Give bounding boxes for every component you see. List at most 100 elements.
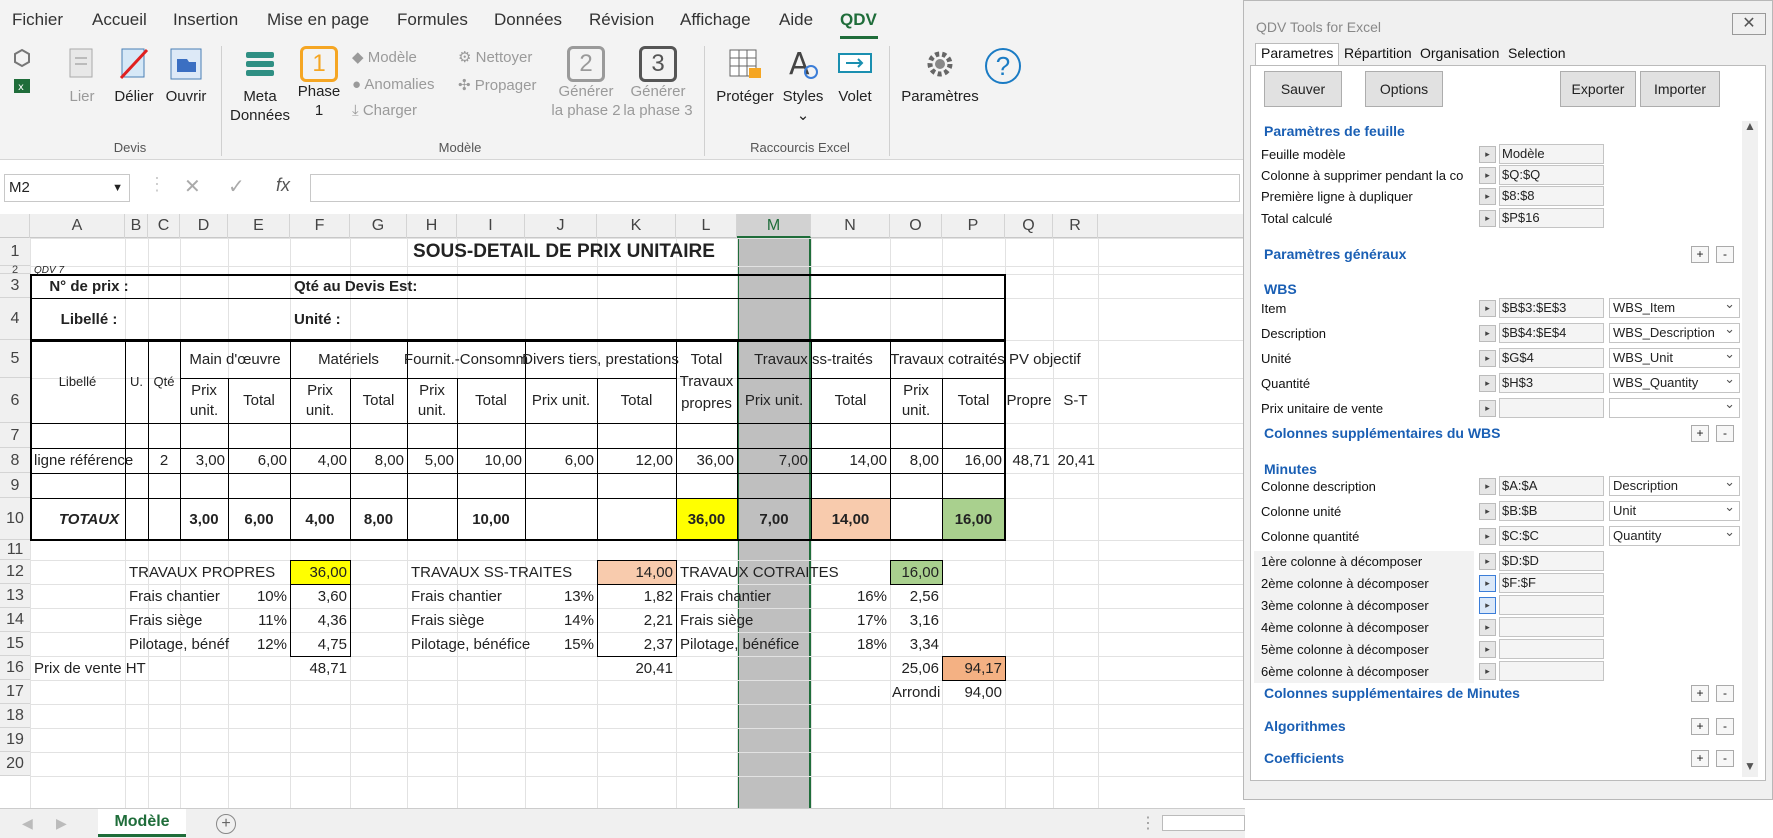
wbs-select-3[interactable]: WBS_Quantity xyxy=(1609,373,1740,393)
row-header-16[interactable]: 16 xyxy=(0,656,30,680)
expand-arrow-icon[interactable]: ▸ xyxy=(1479,528,1496,545)
expand-arrow-icon[interactable]: ▸ xyxy=(1479,503,1496,520)
ouvrir-button[interactable]: Ouvrir xyxy=(163,46,209,106)
row-header-17[interactable]: 17 xyxy=(0,680,30,704)
tab-qdv[interactable]: QDV xyxy=(840,10,877,30)
row-header-13[interactable]: 13 xyxy=(0,584,30,608)
collapse-minus-button[interactable]: - xyxy=(1716,246,1734,263)
formula-input[interactable] xyxy=(310,174,1240,202)
column-header-k[interactable]: K xyxy=(597,214,676,238)
tab-accueil[interactable]: Accueil xyxy=(92,10,147,30)
expand-arrow-icon[interactable]: ▸ xyxy=(1479,325,1496,342)
wbs-value-0[interactable]: $B$3:$E$3 xyxy=(1499,298,1604,318)
column-header-q[interactable]: Q xyxy=(1005,214,1053,238)
charger-button[interactable]: ⤓ Charger xyxy=(352,102,417,119)
tab-revision[interactable]: Révision xyxy=(589,10,654,30)
generer-phase3-button[interactable]: 3 Générer la phase 3 xyxy=(622,46,694,120)
expand-plus-button[interactable]: + xyxy=(1691,750,1709,767)
cube-icon[interactable] xyxy=(12,48,32,68)
help-icon[interactable]: ? xyxy=(985,48,1021,84)
expand-arrow-icon[interactable]: ▸ xyxy=(1479,663,1496,680)
proteger-button[interactable]: Protéger xyxy=(712,46,778,106)
add-sheet-icon[interactable]: + xyxy=(216,814,236,834)
row-header-15[interactable]: 15 xyxy=(0,632,30,656)
nettoyer-button[interactable]: ⚙ Nettoyer xyxy=(458,48,532,66)
expand-arrow-icon[interactable]: ▸ xyxy=(1479,210,1496,227)
minutes-value-2[interactable]: $C:$C xyxy=(1499,526,1604,546)
expand-arrow-icon[interactable]: ▸ xyxy=(1479,478,1496,495)
row-header-9[interactable]: 9 xyxy=(0,473,30,498)
collapse-minus-button[interactable]: - xyxy=(1716,425,1734,442)
feuille-value-0[interactable]: Modèle xyxy=(1499,144,1604,164)
expand-arrow-icon[interactable]: ▸ xyxy=(1479,350,1496,367)
tab-aide[interactable]: Aide xyxy=(779,10,813,30)
minutes-select-2[interactable]: Quantity xyxy=(1609,526,1740,546)
feuille-value-2[interactable]: $8:$8 xyxy=(1499,186,1604,206)
delier-button[interactable]: Délier xyxy=(112,46,156,106)
column-header-n[interactable]: N xyxy=(811,214,890,238)
column-header-m[interactable]: M xyxy=(737,214,811,238)
minutes-value-0[interactable]: $A:$A xyxy=(1499,476,1604,496)
feuille-value-1[interactable]: $Q:$Q xyxy=(1499,165,1604,185)
row-header-10[interactable]: 10 xyxy=(0,498,30,540)
expand-arrow-icon[interactable]: ▸ xyxy=(1479,619,1496,636)
column-header-l[interactable]: L xyxy=(676,214,737,238)
row-header-11[interactable]: 11 xyxy=(0,540,30,560)
row-header-5[interactable]: 5 xyxy=(0,340,30,378)
scroll-right-icon[interactable]: ▶ xyxy=(56,815,67,832)
decomp-value-0[interactable]: $D:$D xyxy=(1499,551,1604,571)
wbs-select-2[interactable]: WBS_Unit xyxy=(1609,348,1740,368)
wbs-value-1[interactable]: $B$4:$E$4 xyxy=(1499,323,1604,343)
column-header-j[interactable]: J xyxy=(525,214,597,238)
expand-plus-button[interactable]: + xyxy=(1691,246,1709,263)
tab-fichier[interactable]: Fichier xyxy=(12,10,63,30)
wbs-value-3[interactable]: $H$3 xyxy=(1499,373,1604,393)
decomp-value-1[interactable]: $F:$F xyxy=(1499,573,1604,593)
collapse-minus-button[interactable]: - xyxy=(1716,718,1734,735)
decomp-value-4[interactable] xyxy=(1499,639,1604,659)
minutes-value-1[interactable]: $B:$B xyxy=(1499,501,1604,521)
wbs-value-2[interactable]: $G$4 xyxy=(1499,348,1604,368)
column-header-a[interactable]: A xyxy=(30,214,125,238)
expand-plus-button[interactable]: + xyxy=(1691,718,1709,735)
tab-mise-en-page[interactable]: Mise en page xyxy=(267,10,369,30)
row-header-3[interactable]: 3 xyxy=(0,274,30,298)
expand-arrow-icon[interactable]: ▸ xyxy=(1479,188,1496,205)
row-header-14[interactable]: 14 xyxy=(0,608,30,632)
column-header-c[interactable]: C xyxy=(148,214,180,238)
expand-arrow-icon[interactable]: ▸ xyxy=(1479,375,1496,392)
feuille-value-3[interactable]: $P$16 xyxy=(1499,208,1604,228)
wbs-select-0[interactable]: WBS_Item xyxy=(1609,298,1740,318)
column-header-f[interactable]: F xyxy=(290,214,350,238)
expand-arrow-icon[interactable]: ▸ xyxy=(1479,641,1496,658)
column-header-d[interactable]: D xyxy=(180,214,228,238)
modele-button[interactable]: ◆ Modèle xyxy=(352,48,417,66)
expand-plus-button[interactable]: + xyxy=(1691,425,1709,442)
propager-button[interactable]: ✣ Propager xyxy=(458,76,536,94)
anomalies-button[interactable]: ● Anomalies xyxy=(352,76,434,93)
phase1-button[interactable]: 1 Phase 1 xyxy=(296,46,342,120)
volet-button[interactable]: Volet xyxy=(832,46,878,106)
expand-arrow-icon[interactable]: ▸ xyxy=(1479,300,1496,317)
tab-affichage[interactable]: Affichage xyxy=(680,10,751,30)
select-all-corner[interactable] xyxy=(0,214,30,238)
row-header-7[interactable]: 7 xyxy=(0,423,30,448)
row-header-12[interactable]: 12 xyxy=(0,560,30,584)
tab-donnees[interactable]: Données xyxy=(494,10,562,30)
row-header-18[interactable]: 18 xyxy=(0,704,30,728)
column-header-e[interactable]: E xyxy=(228,214,290,238)
decomp-value-5[interactable] xyxy=(1499,661,1604,681)
column-header-r[interactable]: R xyxy=(1053,214,1098,238)
row-header-6[interactable]: 6 xyxy=(0,378,30,423)
column-header-g[interactable]: G xyxy=(350,214,407,238)
row-header-19[interactable]: 19 xyxy=(0,728,30,752)
sheet-tab-modele[interactable]: Modèle xyxy=(98,809,186,837)
expand-arrow-icon[interactable]: ▸ xyxy=(1479,553,1496,570)
expand-arrow-icon[interactable]: ▸ xyxy=(1479,167,1496,184)
row-header-1[interactable]: 1 xyxy=(0,238,30,266)
column-header-h[interactable]: H xyxy=(407,214,457,238)
decomp-value-3[interactable] xyxy=(1499,617,1604,637)
excel-mini-icon[interactable]: x xyxy=(12,76,32,96)
expand-plus-button[interactable]: + xyxy=(1691,685,1709,702)
column-header-p[interactable]: P xyxy=(942,214,1005,238)
